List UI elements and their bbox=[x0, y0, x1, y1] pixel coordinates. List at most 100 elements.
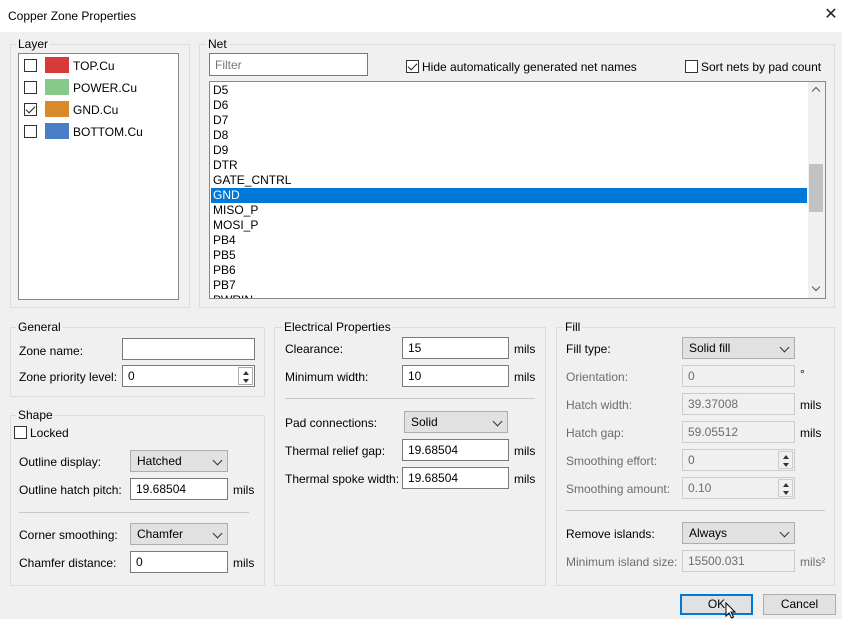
net-list[interactable]: D5 D6 D7 D8 D9 DTR GATE_CNTRL GND MISO_P MOSI_P PB… bbox=[209, 81, 826, 299]
layer-item[interactable]: POWER.Cu bbox=[19, 77, 178, 99]
ok-button[interactable]: OK bbox=[680, 594, 753, 615]
zone-priority-input[interactable]: 0 bbox=[122, 365, 255, 387]
layer-checkbox[interactable] bbox=[24, 81, 37, 94]
remove-islands-value: Always bbox=[689, 526, 728, 540]
layer-item[interactable]: BOTTOM.Cu bbox=[19, 121, 178, 143]
layer-checkbox[interactable] bbox=[24, 103, 37, 116]
spin-up-icon[interactable] bbox=[243, 371, 249, 375]
zone-priority-spinner[interactable] bbox=[238, 367, 253, 385]
layer-color-swatch bbox=[45, 101, 69, 117]
chevron-down-icon bbox=[212, 528, 223, 539]
scroll-up-icon[interactable] bbox=[811, 86, 821, 96]
net-list-item[interactable]: PB4 bbox=[211, 233, 807, 248]
layer-group-label: Layer bbox=[16, 37, 51, 51]
net-list-item[interactable]: D6 bbox=[211, 98, 807, 113]
remove-islands-select[interactable]: Always bbox=[682, 522, 795, 544]
locked-checkbox[interactable] bbox=[14, 426, 27, 439]
sort-by-pad-label: Sort nets by pad count bbox=[701, 60, 822, 74]
fill-group-label: Fill bbox=[563, 320, 583, 334]
hatch-width-input[interactable]: 39.37008 bbox=[682, 393, 795, 415]
chevron-down-icon bbox=[212, 455, 223, 466]
orientation-input[interactable]: 0 bbox=[682, 365, 795, 387]
layer-item[interactable]: GND.Cu bbox=[19, 99, 178, 121]
net-filter-input[interactable] bbox=[209, 53, 368, 76]
chamfer-distance-label: Chamfer distance: bbox=[19, 556, 117, 570]
layer-color-swatch bbox=[45, 123, 69, 139]
hatch-pitch-label: Outline hatch pitch: bbox=[19, 483, 122, 497]
net-list-item[interactable]: D9 bbox=[211, 143, 807, 158]
fill-separator bbox=[566, 510, 825, 511]
layer-checkbox[interactable] bbox=[24, 59, 37, 72]
net-list-item[interactable]: GATE_CNTRL bbox=[211, 173, 807, 188]
min-width-input[interactable]: 10 bbox=[402, 365, 509, 387]
net-list-scrollbar[interactable] bbox=[808, 82, 825, 298]
zone-name-label: Zone name: bbox=[19, 344, 84, 358]
clearance-unit: mils bbox=[514, 342, 536, 356]
layer-name: BOTTOM.Cu bbox=[73, 125, 143, 139]
hatch-gap-label: Hatch gap: bbox=[566, 426, 625, 440]
net-list-item[interactable]: GND bbox=[211, 188, 807, 203]
spin-up-icon[interactable] bbox=[783, 455, 789, 459]
fill-type-select[interactable]: Solid fill bbox=[682, 337, 795, 359]
pad-connections-select[interactable]: Solid bbox=[404, 411, 508, 433]
chevron-down-icon bbox=[492, 416, 503, 427]
net-list-item[interactable]: PB5 bbox=[211, 248, 807, 263]
thermal-relief-gap-unit: mils bbox=[514, 444, 536, 458]
layer-name: GND.Cu bbox=[73, 103, 119, 117]
net-list-item[interactable]: D7 bbox=[211, 113, 807, 128]
hatch-pitch-input[interactable]: 19.68504 bbox=[130, 478, 228, 500]
clearance-input[interactable]: 15 bbox=[402, 337, 509, 359]
spin-up-icon[interactable] bbox=[783, 483, 789, 487]
min-island-size-input[interactable]: 15500.031 bbox=[682, 550, 795, 572]
min-width-label: Minimum width: bbox=[285, 370, 369, 384]
net-list-item[interactable]: DTR bbox=[211, 158, 807, 173]
shape-separator bbox=[19, 512, 249, 513]
orientation-label: Orientation: bbox=[566, 370, 629, 384]
net-list-item[interactable]: D8 bbox=[211, 128, 807, 143]
chamfer-distance-input[interactable]: 0 bbox=[130, 551, 228, 573]
pad-connections-label: Pad connections: bbox=[285, 416, 378, 430]
window-title: Copper Zone Properties bbox=[8, 9, 137, 23]
smoothing-amount-spinner[interactable] bbox=[778, 479, 793, 497]
scroll-thumb[interactable] bbox=[809, 164, 823, 212]
cancel-button[interactable]: Cancel bbox=[763, 594, 836, 615]
fill-type-value: Solid fill bbox=[689, 341, 731, 355]
outline-display-value: Hatched bbox=[137, 454, 182, 468]
spin-down-icon[interactable] bbox=[783, 463, 789, 467]
mouse-cursor-icon bbox=[725, 602, 737, 619]
net-list-item[interactable]: PB7 bbox=[211, 278, 807, 293]
scroll-down-icon[interactable] bbox=[811, 282, 821, 292]
thermal-relief-gap-input[interactable]: 19.68504 bbox=[402, 439, 509, 461]
layer-item[interactable]: TOP.Cu bbox=[19, 55, 178, 77]
spin-down-icon[interactable] bbox=[783, 491, 789, 495]
electrical-separator bbox=[285, 398, 535, 399]
pad-connections-value: Solid bbox=[411, 415, 438, 429]
corner-smoothing-select[interactable]: Chamfer bbox=[130, 523, 228, 545]
layer-checkbox[interactable] bbox=[24, 125, 37, 138]
zone-priority-label: Zone priority level: bbox=[19, 370, 118, 384]
net-list-item[interactable]: MOSI_P bbox=[211, 218, 807, 233]
layer-color-swatch bbox=[45, 57, 69, 73]
hatch-pitch-unit: mils bbox=[233, 483, 255, 497]
zone-name-input[interactable] bbox=[122, 338, 255, 360]
hatch-gap-unit: mils bbox=[800, 426, 822, 440]
orientation-unit: ° bbox=[800, 367, 805, 381]
spin-down-icon[interactable] bbox=[243, 379, 249, 383]
chevron-down-icon bbox=[779, 527, 790, 538]
layer-name: TOP.Cu bbox=[73, 59, 115, 73]
min-island-size-unit: mils² bbox=[800, 555, 826, 569]
hide-auto-nets-checkbox[interactable] bbox=[406, 60, 419, 73]
thermal-spoke-width-input[interactable]: 19.68504 bbox=[402, 467, 509, 489]
layer-color-swatch bbox=[45, 79, 69, 95]
layer-list[interactable]: TOP.Cu POWER.Cu GND.Cu BOTTOM.Cu bbox=[18, 53, 179, 300]
net-list-item[interactable]: D5 bbox=[211, 83, 807, 98]
smoothing-effort-spinner[interactable] bbox=[778, 451, 793, 469]
net-list-item[interactable]: PB6 bbox=[211, 263, 807, 278]
outline-display-select[interactable]: Hatched bbox=[130, 450, 228, 472]
net-list-item[interactable]: PWRIN bbox=[211, 293, 807, 298]
sort-by-pad-checkbox[interactable] bbox=[685, 60, 698, 73]
thermal-spoke-width-unit: mils bbox=[514, 472, 536, 486]
close-icon[interactable]: ✕ bbox=[820, 4, 842, 26]
hatch-gap-input[interactable]: 59.05512 bbox=[682, 421, 795, 443]
net-list-item[interactable]: MISO_P bbox=[211, 203, 807, 218]
